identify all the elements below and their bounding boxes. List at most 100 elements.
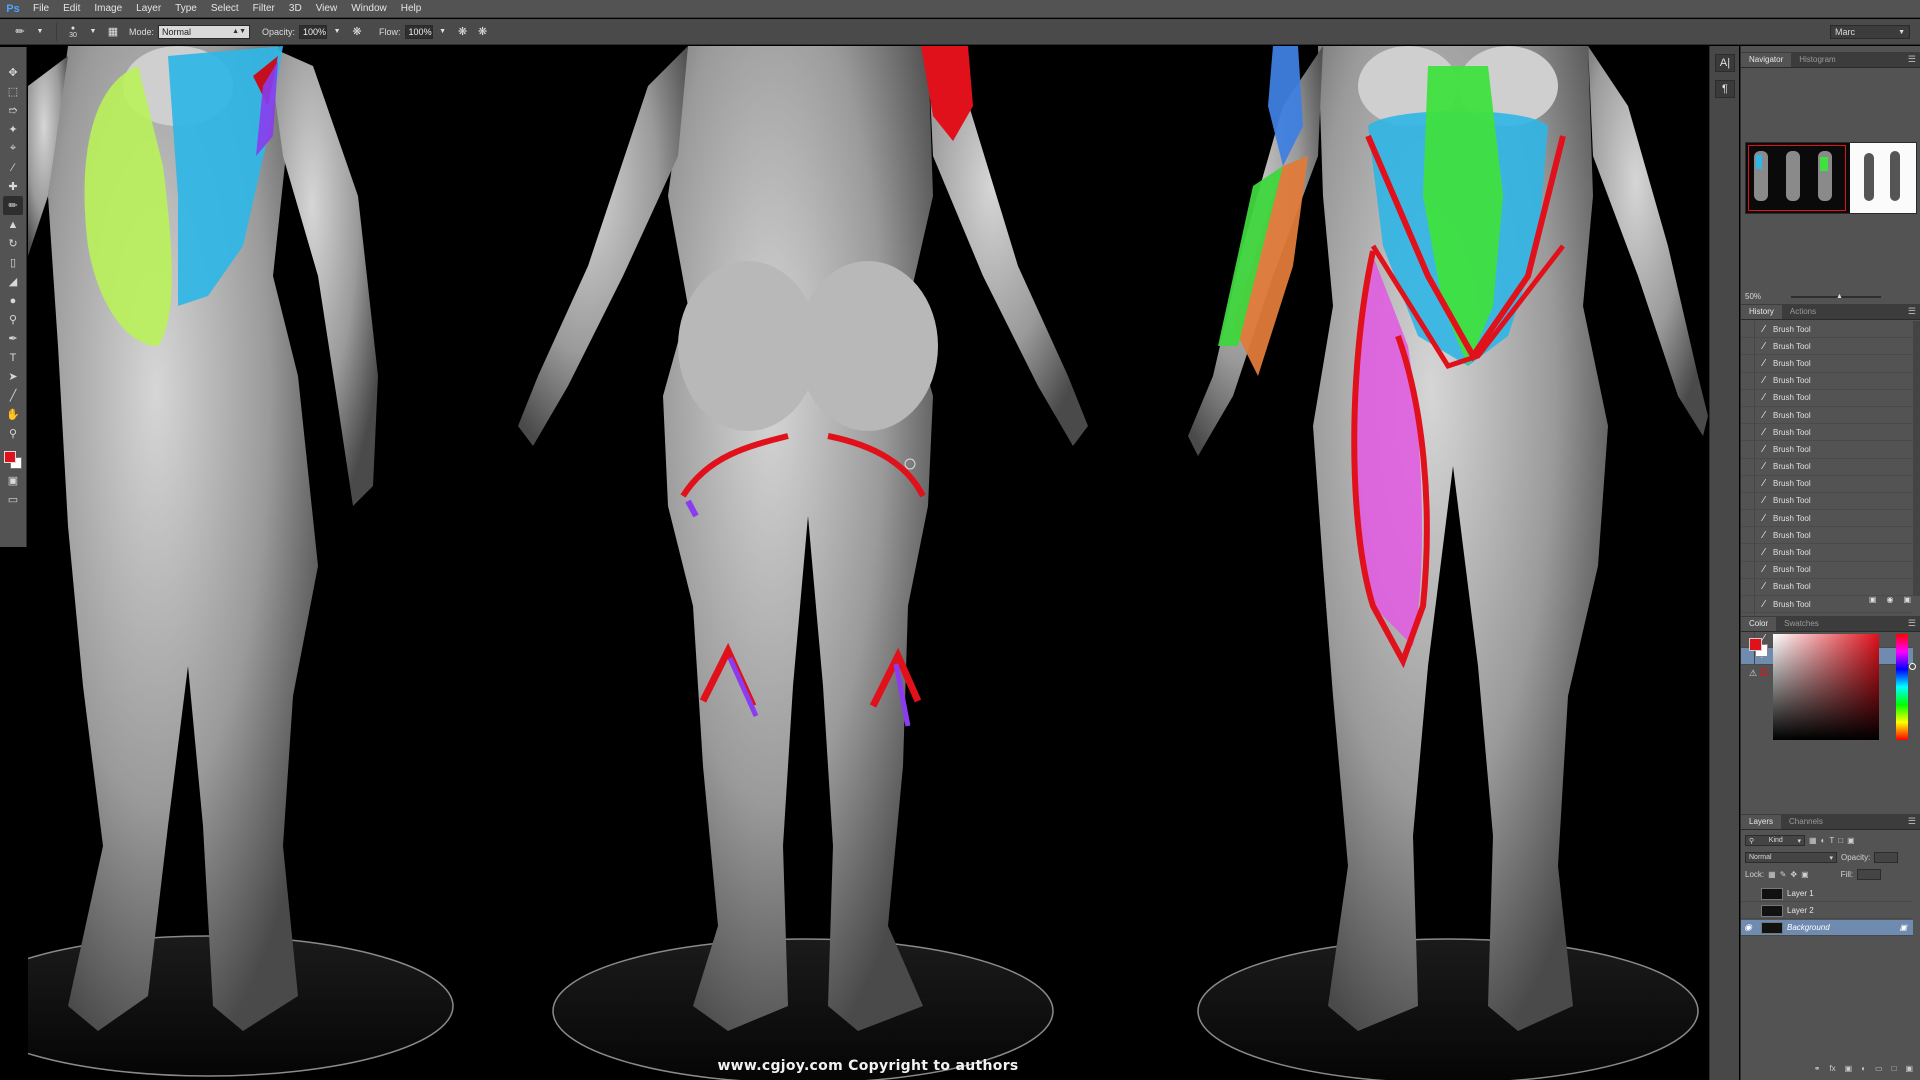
layer-row[interactable]: ◉ Background ▣	[1741, 920, 1913, 936]
menu-layer[interactable]: Layer	[129, 0, 168, 18]
new-document-from-state-icon[interactable]: ▣	[1869, 595, 1877, 607]
navigator-zoom-slider[interactable]: ▲	[1791, 293, 1881, 300]
lock-position-icon[interactable]: ✥	[1790, 870, 1797, 879]
panel-menu-icon[interactable]: ☰	[1908, 306, 1916, 317]
pen-tool-icon[interactable]: ✒	[3, 329, 23, 348]
eraser-tool-icon[interactable]: ▯	[3, 253, 23, 272]
history-item[interactable]: ∕ Brush Tool	[1741, 526, 1913, 545]
navigator-zoom-value[interactable]: 50%	[1745, 292, 1761, 301]
brush-panel-toggle-icon[interactable]: ▦	[106, 25, 120, 39]
chevron-down-icon[interactable]: ▼	[436, 25, 450, 39]
menu-file[interactable]: File	[26, 0, 56, 18]
trash-icon[interactable]: ▣	[1903, 595, 1911, 607]
tab-swatches[interactable]: Swatches	[1776, 617, 1827, 631]
layer-opacity-input[interactable]	[1874, 852, 1899, 863]
airbrush-icon[interactable]: ❋	[456, 25, 470, 39]
slider-knob-icon[interactable]: ▲	[1836, 293, 1843, 300]
tab-color[interactable]: Color	[1741, 617, 1777, 631]
menu-view[interactable]: View	[309, 0, 345, 18]
history-item[interactable]: ∕ Brush Tool	[1741, 372, 1913, 390]
clone-stamp-tool-icon[interactable]: ▲	[3, 215, 23, 234]
healing-brush-tool-icon[interactable]: ✚	[3, 177, 23, 196]
filter-smart-object-icon[interactable]: ▣	[1847, 836, 1855, 845]
shape-tool-icon[interactable]: ╱	[3, 386, 23, 405]
eye-icon[interactable]: ◉	[1741, 922, 1755, 933]
panel-menu-icon[interactable]: ☰	[1908, 54, 1916, 65]
history-item[interactable]: ∕ Brush Tool	[1741, 544, 1913, 562]
quick-mask-icon[interactable]: ▣	[3, 471, 23, 490]
color-picker-knob[interactable]	[1909, 663, 1916, 670]
menu-help[interactable]: Help	[394, 0, 429, 18]
web-safe-swatch[interactable]	[1760, 669, 1767, 676]
lock-transparency-icon[interactable]: ▦	[1768, 870, 1776, 879]
dodge-tool-icon[interactable]: ⚲	[3, 310, 23, 329]
paragraph-panel-icon[interactable]: ¶	[1715, 80, 1735, 98]
history-item[interactable]: ∕ Brush Tool	[1741, 578, 1913, 596]
lock-image-icon[interactable]: ✎	[1780, 870, 1787, 879]
navigator-thumbnail[interactable]	[1745, 142, 1917, 214]
layer-row[interactable]: Layer 1	[1741, 886, 1913, 902]
type-tool-icon[interactable]: T	[3, 348, 23, 367]
move-tool-icon[interactable]: ✥	[3, 63, 23, 82]
history-source-checkbox[interactable]	[1741, 389, 1755, 407]
filter-type-icon[interactable]: T	[1829, 836, 1834, 845]
eyedropper-tool-icon[interactable]: ∕	[3, 158, 23, 177]
new-group-icon[interactable]: ▭	[1875, 1064, 1883, 1078]
foreground-color-swatch[interactable]	[4, 451, 16, 463]
history-item[interactable]: ∕ Brush Tool	[1741, 406, 1913, 425]
tab-channels[interactable]: Channels	[1781, 815, 1831, 829]
menu-edit[interactable]: Edit	[56, 0, 87, 18]
history-source-checkbox[interactable]	[1741, 475, 1755, 493]
adjustment-layer-icon[interactable]: ◐	[1861, 1064, 1866, 1078]
history-source-checkbox[interactable]	[1741, 561, 1755, 579]
brush-tool-icon[interactable]: ✏	[3, 196, 23, 215]
history-item[interactable]: ∕ Brush Tool	[1741, 509, 1913, 528]
brush-size-picker[interactable]: ● 30	[66, 25, 80, 39]
trash-icon[interactable]: ▣	[1905, 1064, 1913, 1078]
tab-layers[interactable]: Layers	[1741, 815, 1782, 829]
filter-adjustment-icon[interactable]: ◐	[1821, 836, 1826, 845]
history-source-checkbox[interactable]	[1741, 544, 1755, 562]
history-item[interactable]: ∕ Brush Tool	[1741, 458, 1913, 476]
brush-preset-icon[interactable]: ✏	[13, 25, 27, 39]
history-source-checkbox[interactable]	[1741, 406, 1755, 424]
hand-tool-icon[interactable]: ✋	[3, 405, 23, 424]
link-layers-icon[interactable]: ⚭	[1814, 1064, 1821, 1078]
workspace-select[interactable]: Marc ▼	[1830, 25, 1910, 39]
filter-shape-icon[interactable]: □	[1838, 836, 1843, 845]
panel-menu-icon[interactable]: ☰	[1908, 816, 1916, 827]
document-canvas[interactable]: www.cgjoy.com Copyright to authors	[28, 46, 1708, 1080]
blur-tool-icon[interactable]: ●	[3, 291, 23, 310]
history-source-checkbox[interactable]	[1741, 578, 1755, 596]
history-source-checkbox[interactable]	[1741, 320, 1755, 338]
history-item[interactable]: ∕ Brush Tool	[1741, 492, 1913, 511]
blend-mode-select[interactable]: Normal ▾	[1745, 852, 1837, 863]
history-item[interactable]: ∕ Brush Tool	[1741, 475, 1913, 493]
history-source-checkbox[interactable]	[1741, 423, 1755, 441]
history-source-checkbox[interactable]	[1741, 337, 1755, 355]
history-source-checkbox[interactable]	[1741, 440, 1755, 458]
pressure-size-icon[interactable]: ❋	[476, 25, 490, 39]
history-source-checkbox[interactable]	[1741, 492, 1755, 510]
layer-mask-icon[interactable]: ▣	[1845, 1064, 1853, 1078]
opacity-input[interactable]: 100%	[299, 24, 328, 39]
history-source-checkbox[interactable]	[1741, 354, 1755, 372]
history-source-checkbox[interactable]	[1741, 372, 1755, 390]
history-brush-tool-icon[interactable]: ↻	[3, 234, 23, 253]
chevron-down-icon[interactable]: ▼	[33, 25, 47, 39]
path-select-tool-icon[interactable]: ➤	[3, 367, 23, 386]
menu-filter[interactable]: Filter	[246, 0, 282, 18]
layer-filter-select[interactable]: ⚲ Kind ▾	[1745, 835, 1805, 846]
crop-tool-icon[interactable]: ⌖	[3, 139, 23, 158]
history-item[interactable]: ∕ Brush Tool	[1741, 320, 1913, 339]
history-source-checkbox[interactable]	[1741, 509, 1755, 527]
menu-3d[interactable]: 3D	[282, 0, 309, 18]
color-picker-field[interactable]	[1773, 634, 1916, 740]
hue-slider[interactable]	[1896, 634, 1908, 740]
history-item[interactable]: ∕ Brush Tool	[1741, 337, 1913, 356]
layer-fill-input[interactable]	[1857, 869, 1882, 880]
character-panel-icon[interactable]: A|	[1715, 54, 1735, 72]
navigator-view-box[interactable]	[1748, 145, 1846, 211]
history-source-checkbox[interactable]	[1741, 526, 1755, 544]
history-item[interactable]: ∕ Brush Tool	[1741, 389, 1913, 407]
